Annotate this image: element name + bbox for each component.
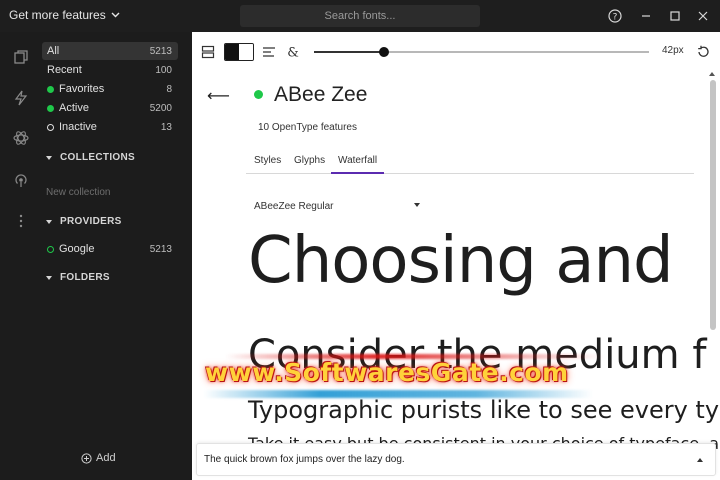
folders-label: FOLDERS xyxy=(60,272,110,283)
filter-all[interactable]: All 5213 xyxy=(42,42,178,60)
theme-toggle[interactable] xyxy=(224,43,254,61)
broadcast-icon[interactable] xyxy=(12,171,30,189)
svg-text:&: & xyxy=(287,46,299,60)
font-style-select[interactable]: ABeeZee Regular xyxy=(254,198,424,214)
caret-up-icon[interactable] xyxy=(697,458,703,462)
filter-label: Favorites xyxy=(59,83,105,95)
atom-icon[interactable] xyxy=(12,129,30,147)
collections-section-header[interactable]: COLLECTIONS xyxy=(46,152,135,163)
style-select-value: ABeeZee Regular xyxy=(254,200,334,212)
minimize-icon[interactable] xyxy=(636,6,656,26)
tab-bar: Styles Glyphs Waterfall xyxy=(246,150,694,174)
green-dot-icon xyxy=(47,104,54,112)
active-tab-indicator xyxy=(331,172,384,174)
search-placeholder: Search fonts... xyxy=(324,10,396,22)
caret-down-icon xyxy=(414,203,420,207)
status-dot xyxy=(254,90,263,99)
lightning-icon[interactable] xyxy=(12,89,30,107)
dark-half xyxy=(225,44,239,60)
filter-count: 5200 xyxy=(149,102,172,114)
align-left-icon[interactable] xyxy=(260,43,278,61)
filter-label: Active xyxy=(59,102,89,114)
size-slider-handle[interactable] xyxy=(379,47,390,57)
watermark-underline xyxy=(203,390,593,398)
font-library-icon[interactable] xyxy=(12,48,30,66)
scrollbar-thumb[interactable] xyxy=(710,80,716,330)
scrollbar[interactable] xyxy=(709,72,717,472)
providers-section-header[interactable]: PROVIDERS xyxy=(46,216,122,227)
tab-styles[interactable]: Styles xyxy=(254,155,281,166)
filter-active[interactable]: Active 5200 xyxy=(42,99,178,117)
get-more-features-label: Get more features xyxy=(9,8,106,22)
provider-count: 5213 xyxy=(149,243,172,255)
maximize-icon[interactable] xyxy=(665,6,685,26)
get-more-features-button[interactable]: Get more features xyxy=(9,8,120,22)
icon-rail xyxy=(0,32,40,480)
scroll-up-arrow-icon[interactable] xyxy=(709,72,715,76)
caret-down-icon xyxy=(46,275,52,280)
size-slider-fill xyxy=(314,51,385,53)
title-bar: Get more features Search fonts... ? xyxy=(0,0,720,32)
sidebar: All 5213 Recent 100 Favorites 8 Active 5… xyxy=(40,32,192,480)
green-ring-icon xyxy=(47,245,54,253)
search-input[interactable]: Search fonts... xyxy=(240,5,480,27)
font-title: ABee Zee xyxy=(274,83,368,106)
tab-waterfall[interactable]: Waterfall xyxy=(338,155,377,166)
filter-label: Recent xyxy=(47,64,82,76)
tab-glyphs[interactable]: Glyphs xyxy=(294,155,325,166)
toolbar: & 42px xyxy=(192,32,720,72)
close-icon[interactable] xyxy=(693,6,713,26)
caret-down-icon xyxy=(46,155,52,160)
main-panel: & 42px ⟵ ABee Zee 10 OpenType features S… xyxy=(192,32,720,480)
filter-favorites[interactable]: Favorites 8 xyxy=(42,80,178,98)
filter-count: 13 xyxy=(160,121,172,133)
preview-text-input[interactable]: The quick brown fox jumps over the lazy … xyxy=(204,454,405,465)
back-arrow-icon[interactable]: ⟵ xyxy=(207,86,230,106)
green-dot-icon xyxy=(47,85,54,93)
filter-count: 5213 xyxy=(149,45,172,57)
light-half xyxy=(239,44,253,60)
provider-google[interactable]: Google 5213 xyxy=(42,240,178,258)
app-window: Get more features Search fonts... ? All … xyxy=(0,0,720,480)
watermark: www.SoftwaresGate.com xyxy=(205,358,569,387)
help-icon[interactable]: ? xyxy=(605,6,625,26)
collections-label: COLLECTIONS xyxy=(60,152,135,163)
layout-toggle-icon[interactable] xyxy=(199,43,217,61)
filter-count: 8 xyxy=(166,83,172,95)
preview-text-bar[interactable]: The quick brown fox jumps over the lazy … xyxy=(196,443,716,476)
chevron-down-icon xyxy=(111,12,120,18)
svg-text:?: ? xyxy=(613,13,618,23)
filter-recent[interactable]: Recent 100 xyxy=(42,61,178,79)
ring-icon xyxy=(47,123,54,131)
glyph-ampersand-icon[interactable]: & xyxy=(284,43,302,61)
provider-label: Google xyxy=(59,243,95,255)
filter-label: All xyxy=(47,45,60,57)
filter-count: 100 xyxy=(155,64,172,76)
reset-icon[interactable] xyxy=(694,43,712,61)
plus-circle-icon xyxy=(81,452,92,464)
add-button[interactable]: Add xyxy=(81,452,116,464)
waterfall-line: Typographic purists like to see every ty… xyxy=(248,396,720,424)
filter-label: Inactive xyxy=(59,121,97,133)
providers-label: PROVIDERS xyxy=(60,216,122,227)
filter-inactive[interactable]: Inactive 13 xyxy=(42,118,178,136)
waterfall-line: Choosing and xyxy=(248,224,674,298)
add-label: Add xyxy=(96,452,116,464)
folders-section-header[interactable]: FOLDERS xyxy=(46,272,110,283)
size-readout: 42px xyxy=(662,45,684,56)
new-collection-input[interactable]: New collection xyxy=(46,187,110,198)
more-options-icon[interactable] xyxy=(12,212,30,230)
opentype-features-count: 10 OpenType features xyxy=(258,122,357,133)
caret-down-icon xyxy=(46,219,52,224)
